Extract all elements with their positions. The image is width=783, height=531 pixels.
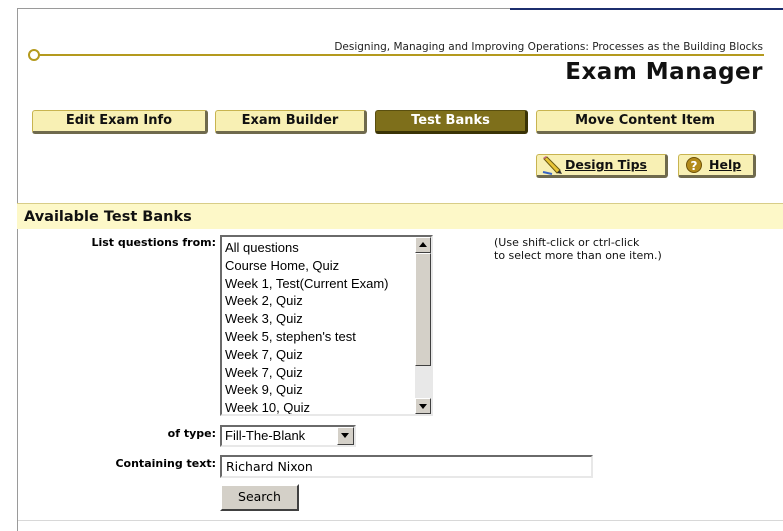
scrollbar-thumb[interactable] <box>415 253 431 366</box>
hint-line-2: to select more than one item.) <box>494 249 662 262</box>
bottom-divider <box>18 520 783 521</box>
frame-accent-line <box>510 8 783 10</box>
list-item[interactable]: Course Home, Quiz <box>225 257 417 275</box>
help-icon: ? <box>686 157 702 173</box>
list-item[interactable]: Week 7, Quiz <box>225 364 417 382</box>
list-item[interactable]: All questions <box>225 239 417 257</box>
list-item[interactable]: Week 5, stephen's test <box>225 328 417 346</box>
design-tips-button[interactable]: Design Tips <box>536 154 668 178</box>
tab-exam-builder[interactable]: Exam Builder <box>215 110 367 134</box>
type-label: of type: <box>167 427 216 440</box>
containing-text-input[interactable] <box>220 455 593 478</box>
tab-test-banks[interactable]: Test Banks <box>375 110 528 134</box>
header-rule <box>30 54 764 56</box>
containing-text-label: Containing text: <box>115 457 216 470</box>
design-tips-label: Design Tips <box>565 157 647 172</box>
help-label: Help <box>709 157 742 172</box>
list-item[interactable]: Week 9, Quiz <box>225 381 417 399</box>
page-title: Exam Manager <box>565 59 763 85</box>
list-item[interactable]: Week 10, Quiz <box>225 399 417 414</box>
scroll-down-arrow-icon <box>419 404 427 409</box>
list-item[interactable]: Week 7, Quiz <box>225 346 417 364</box>
circle-logo-icon <box>28 49 40 61</box>
dropdown-arrow-icon <box>341 433 349 438</box>
list-questions-label: List questions from: <box>91 236 216 249</box>
hint-line-1: (Use shift-click or ctrl-click <box>494 236 640 249</box>
tab-move-content-item[interactable]: Move Content Item <box>536 110 756 134</box>
help-button[interactable]: ? Help <box>678 154 756 178</box>
scroll-up-button[interactable] <box>415 237 431 253</box>
question-type-value: Fill-The-Blank <box>225 428 306 443</box>
listbox-scrollbar[interactable] <box>415 237 431 414</box>
course-title: Designing, Managing and Improving Operat… <box>334 41 763 53</box>
listbox-items: All questions Course Home, Quiz Week 1, … <box>225 239 417 414</box>
question-source-listbox[interactable]: All questions Course Home, Quiz Week 1, … <box>220 235 433 416</box>
tab-edit-exam-info[interactable]: Edit Exam Info <box>32 110 208 134</box>
list-item[interactable]: Week 3, Quiz <box>225 310 417 328</box>
search-button[interactable]: Search <box>220 484 299 511</box>
list-item[interactable]: Week 2, Quiz <box>225 292 417 310</box>
list-item[interactable]: Week 1, Test(Current Exam) <box>225 275 417 293</box>
scroll-down-button[interactable] <box>415 398 431 414</box>
pencil-icon <box>542 156 562 175</box>
panel-title: Available Test Banks <box>17 204 783 229</box>
question-type-select[interactable]: Fill-The-Blank <box>220 425 356 447</box>
multi-select-hint: (Use shift-click or ctrl-click to select… <box>494 236 662 262</box>
scroll-up-arrow-icon <box>419 242 427 247</box>
dropdown-button[interactable] <box>337 427 354 445</box>
